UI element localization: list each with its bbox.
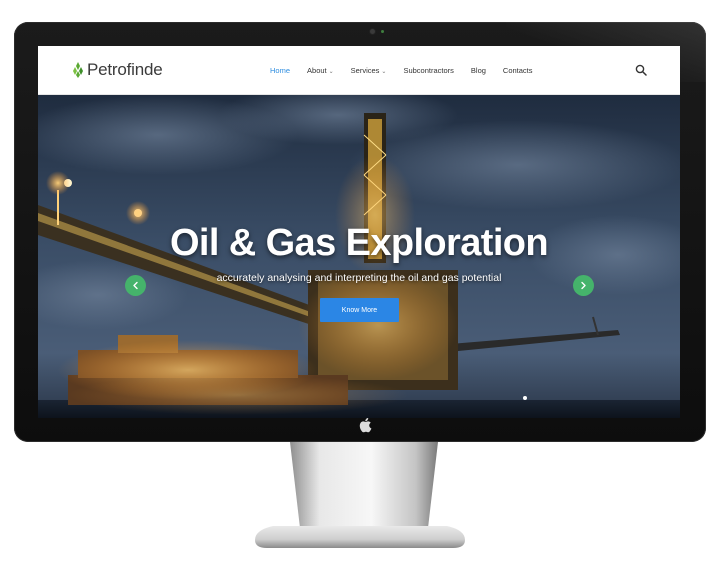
chevron-right-icon — [581, 281, 586, 290]
nav-item-label: Services — [350, 65, 380, 75]
nav-item-blog[interactable]: Blog — [471, 66, 486, 75]
nav-item-about[interactable]: About ⌄ — [307, 66, 334, 75]
nav-item-services[interactable]: Services ⌄ — [351, 66, 387, 75]
monitor-stand-base — [255, 526, 465, 548]
nav-item-label: About — [307, 65, 327, 75]
logo-flame-icon — [73, 62, 83, 78]
chevron-down-icon: ⌄ — [381, 68, 387, 75]
know-more-button[interactable]: Know More — [320, 298, 399, 322]
chevron-down-icon: ⌄ — [328, 68, 334, 75]
camera-icon — [370, 29, 375, 34]
header-navbar: Petrofinde Home About ⌄ Services ⌄ Subcont… — [38, 46, 680, 95]
hero-title: Oil & Gas Exploration — [169, 222, 549, 264]
monitor-mockup: Petrofinde Home About ⌄ Services ⌄ Subcont… — [0, 0, 720, 575]
nav-item-label: Home — [270, 65, 291, 75]
hero-slider: Oil & Gas Exploration accurately analysi… — [38, 95, 680, 418]
camera-indicator — [381, 30, 384, 33]
slider-next-button[interactable] — [573, 275, 594, 296]
logo-text: Petrofinde — [87, 60, 163, 79]
nav-item-label: Blog — [470, 65, 486, 75]
nav-item-label: Contacts — [502, 65, 533, 75]
nav-item-subcontractors[interactable]: Subcontractors — [403, 66, 453, 75]
slider-prev-button[interactable] — [125, 275, 146, 296]
chevron-left-icon — [133, 281, 138, 290]
monitor-stand-neck — [290, 442, 438, 528]
website-screen: Petrofinde Home About ⌄ Services ⌄ Subcont… — [38, 46, 680, 418]
nav-item-label: Subcontractors — [403, 65, 454, 75]
nav-item-home[interactable]: Home — [270, 66, 290, 75]
site-logo[interactable]: Petrofinde — [71, 59, 163, 81]
main-menu: Home About ⌄ Services ⌄ Subcontractors Blo… — [270, 46, 550, 94]
nav-item-contacts[interactable]: Contacts — [503, 66, 533, 75]
search-icon[interactable] — [635, 64, 647, 76]
apple-logo-icon — [357, 417, 373, 433]
